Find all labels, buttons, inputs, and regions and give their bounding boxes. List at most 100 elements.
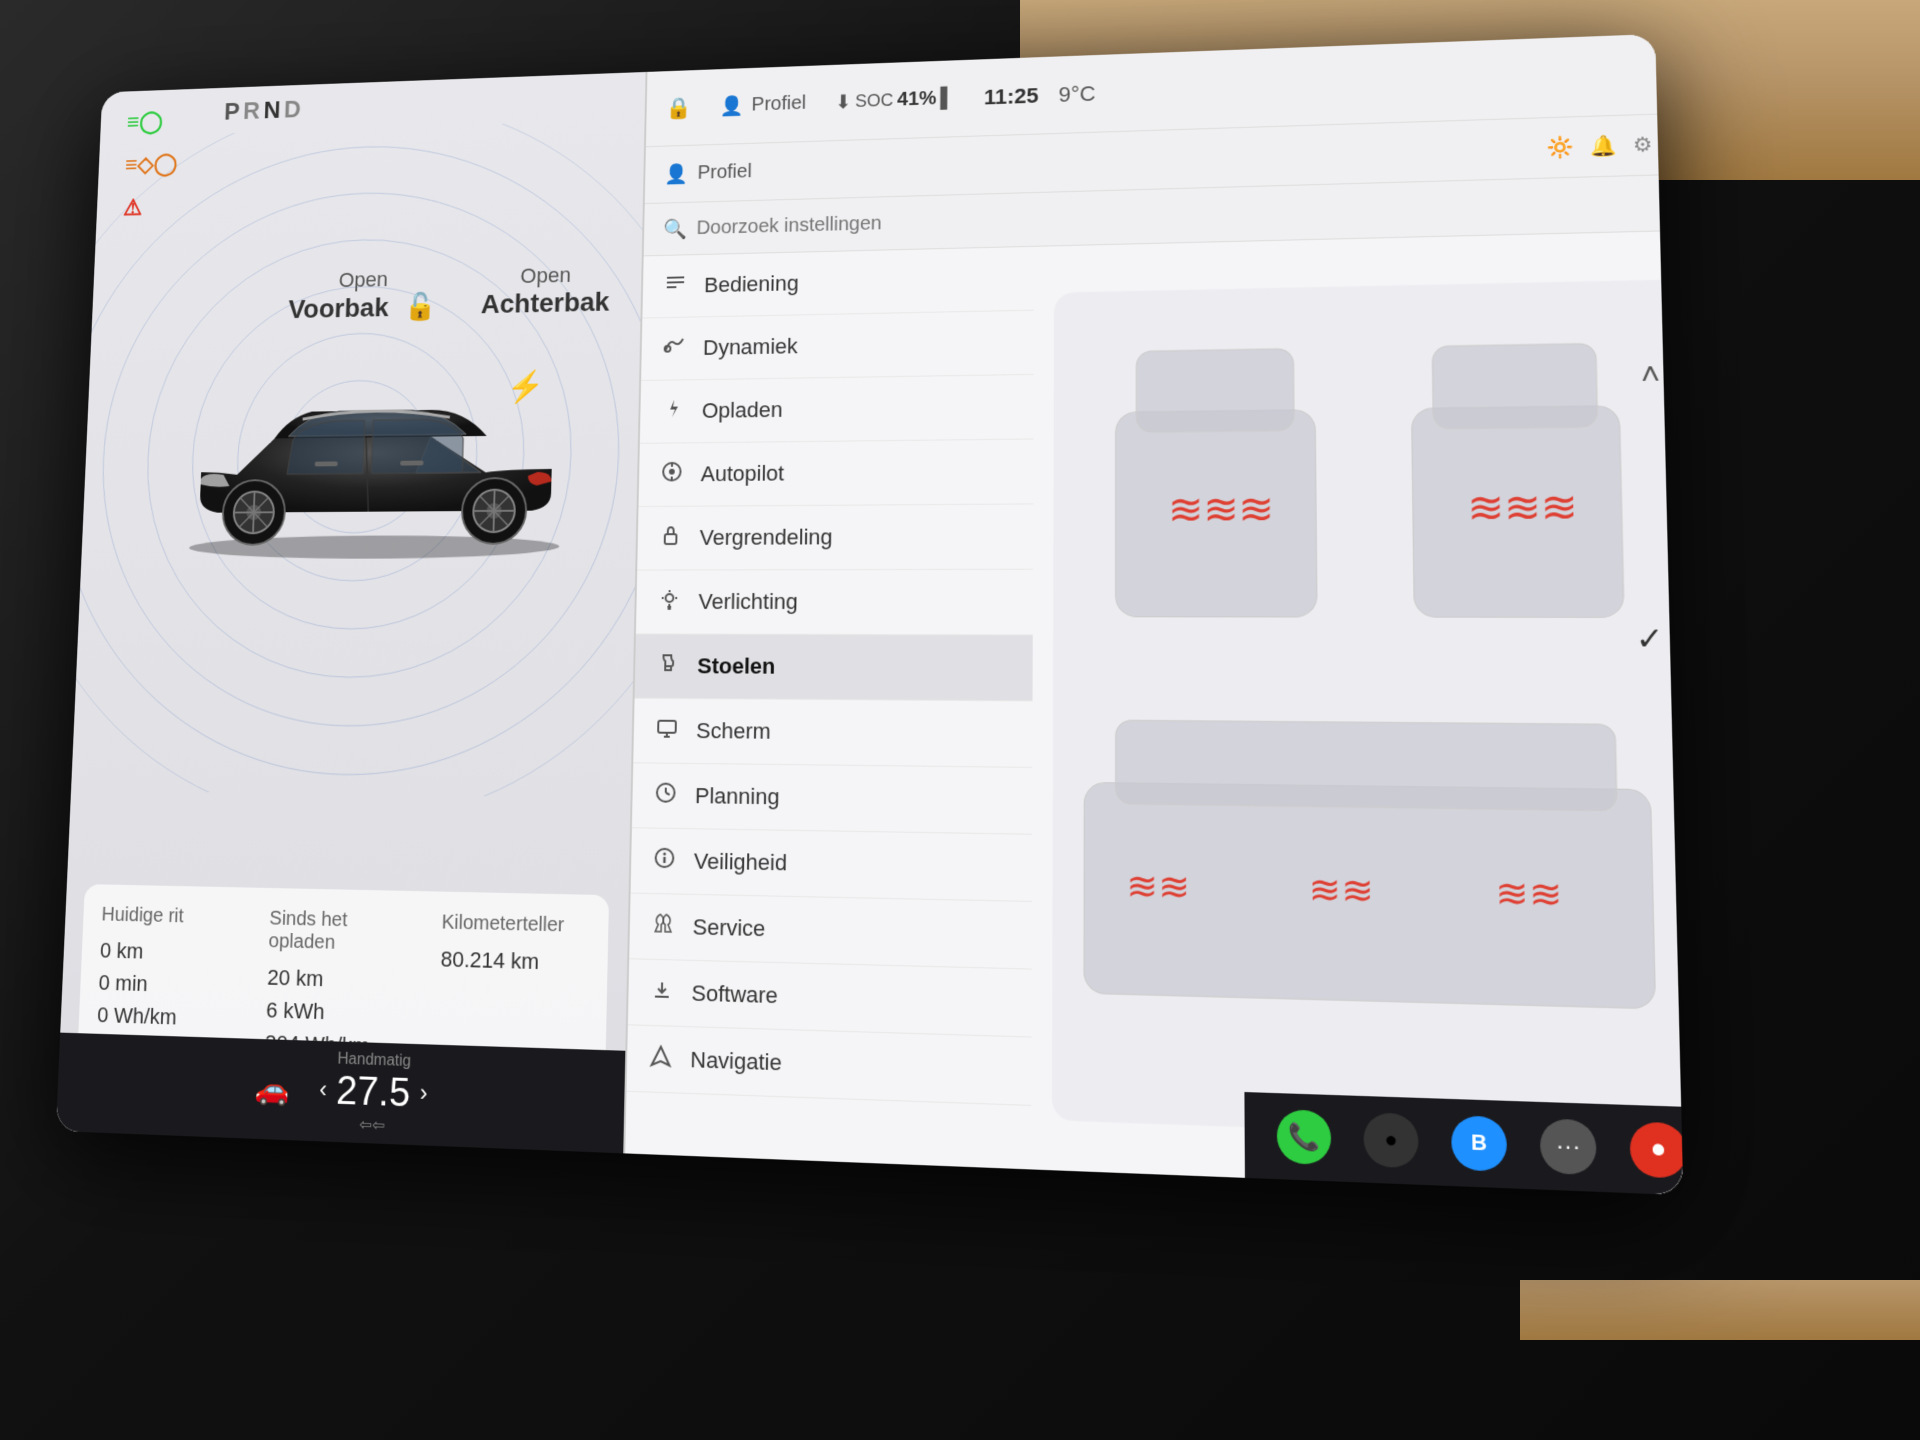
seat-diagram: ≋≋≋ ≋≋≋ ≋≋	[1052, 251, 1683, 1174]
verlichting-label: Verlichting	[698, 589, 798, 615]
record-icon: ⏺	[1652, 1135, 1665, 1164]
menu-item-bediening[interactable]: Bediening	[642, 247, 1034, 319]
current-trip-values: 0 km 0 min 0 Wh/km	[97, 934, 241, 1035]
charge-distance: 20 km	[267, 961, 412, 998]
charge-energy: 6 kWh	[266, 994, 411, 1031]
search-input[interactable]	[696, 190, 1683, 239]
settings-icon-1[interactable]: 🔆	[1547, 134, 1574, 160]
main-screen: PRND ≡◯ ≡◇◯ ⚠ Open Voorbak 🔓 Open Ach	[56, 34, 1683, 1195]
instrument-cluster: ≡◯ ≡◇◯ ⚠	[123, 108, 180, 222]
menu-dots-icon: ···	[1556, 1132, 1581, 1161]
dynamiek-label: Dynamiek	[703, 334, 798, 361]
autopilot-label: Autopilot	[701, 461, 785, 487]
settings-menu-list: Bediening Dynamiek Opladen Autopilot	[625, 247, 1034, 1170]
indicator-green: ≡◯	[126, 108, 179, 136]
software-icon	[648, 978, 676, 1007]
menu-dots-button[interactable]: ···	[1540, 1118, 1597, 1175]
veiligheid-label: Veiligheid	[694, 848, 788, 876]
service-label: Service	[692, 914, 765, 942]
svg-text:≋≋: ≋≋	[1495, 872, 1563, 917]
odometer-title: Kilometerteller	[441, 912, 589, 938]
svg-text:≋≋: ≋≋	[1126, 865, 1190, 909]
prnd-text: PRND	[224, 95, 305, 125]
seat-heating-content: ≋≋≋ ≋≋≋ ≋≋	[1031, 230, 1683, 1195]
menu-item-vergrendeling[interactable]: Vergrendeling	[637, 504, 1033, 570]
menu-item-planning[interactable]: Planning	[632, 763, 1032, 834]
phone-button[interactable]: 📞	[1277, 1109, 1332, 1165]
lock-status-icon: 🔒	[665, 95, 691, 120]
battery-percent: 41%	[897, 88, 936, 111]
prnd-display: PRND	[224, 94, 305, 126]
menu-item-veiligheid[interactable]: Veiligheid	[631, 828, 1033, 902]
car-icon-button[interactable]: 🚗	[244, 1063, 302, 1115]
battery-download-icon: ⬇	[835, 90, 852, 114]
menu-item-scherm[interactable]: Scherm	[633, 699, 1032, 768]
autopilot-icon	[658, 461, 685, 489]
header-temp: 9°C	[1059, 81, 1096, 108]
opladen-icon	[659, 398, 686, 425]
navigatie-icon	[647, 1044, 675, 1074]
record-button[interactable]: ⏺	[1629, 1121, 1683, 1178]
profile-person-icon: 👤	[720, 94, 744, 119]
settings-profile[interactable]: 👤 Profiel	[664, 160, 752, 186]
navigatie-label: Navigatie	[690, 1047, 782, 1077]
svg-text:✓: ✓	[1635, 622, 1664, 658]
camera-icon: ●	[1384, 1128, 1398, 1153]
vergrendeling-label: Vergrendeling	[699, 525, 832, 551]
settings-profile-label: Profiel	[697, 161, 752, 185]
menu-item-opladen[interactable]: Opladen	[640, 375, 1034, 444]
phone-icon: 📞	[1288, 1121, 1321, 1153]
bluetooth-button[interactable]: B	[1451, 1115, 1507, 1172]
trip-time: 0 min	[98, 966, 240, 1002]
bediening-label: Bediening	[704, 271, 799, 298]
svg-text:≋≋≋: ≋≋≋	[1168, 487, 1274, 533]
rear-trunk-title: Open	[481, 262, 610, 290]
menu-item-service[interactable]: Service	[629, 894, 1032, 970]
svg-text:≋≋: ≋≋	[1308, 868, 1374, 913]
odometer-value: 80.214 km	[440, 942, 588, 979]
bluetooth-icon: B	[1471, 1131, 1487, 1157]
car-image	[152, 310, 603, 581]
temp-seats-icons: ⇦⇦	[318, 1113, 427, 1137]
temp-increase-button[interactable]: ›	[419, 1079, 427, 1108]
menu-item-dynamiek[interactable]: Dynamiek	[641, 311, 1034, 381]
indicator-orange-icon: ≡◇◯	[125, 150, 178, 178]
planning-icon	[652, 781, 680, 809]
since-charge-title: Sinds het opladen	[268, 908, 413, 957]
vergrendeling-icon	[657, 524, 685, 552]
header-time: 11:25	[984, 83, 1039, 110]
planning-label: Planning	[695, 783, 780, 810]
battery-icon: ▌	[940, 87, 954, 110]
svg-text:≋≋≋: ≋≋≋	[1467, 485, 1578, 532]
menu-item-navigatie[interactable]: Navigatie	[626, 1025, 1031, 1106]
camera-button[interactable]: ●	[1363, 1112, 1418, 1168]
veiligheid-icon	[650, 847, 678, 876]
header-profile[interactable]: 👤 Profiel	[720, 92, 806, 119]
menu-item-software[interactable]: Software	[628, 959, 1032, 1037]
menu-item-autopilot[interactable]: Autopilot	[639, 439, 1034, 507]
profile-label: Profiel	[751, 93, 806, 117]
menu-item-verlichting[interactable]: Verlichting	[636, 570, 1033, 636]
scherm-icon	[653, 717, 681, 745]
bottom-taskbar: 📞 ● B ··· ⏺ ▦ ♫ 🔊	[1244, 1092, 1683, 1195]
menu-item-stoelen[interactable]: Stoelen	[635, 634, 1033, 701]
charge-bolt-icon: ⚡	[506, 368, 544, 405]
stoelen-label: Stoelen	[697, 653, 775, 679]
temp-decrease-button[interactable]: ‹	[319, 1076, 327, 1104]
wood-trim-bottom	[1520, 1280, 1920, 1340]
svg-text:˄: ˄	[1640, 357, 1660, 392]
opladen-label: Opladen	[702, 397, 783, 423]
settings-icon-3[interactable]: ⚙	[1633, 132, 1653, 158]
scherm-label: Scherm	[696, 718, 771, 745]
soc-label: SOC	[855, 90, 893, 111]
settings-icon-2[interactable]: 🔔	[1590, 133, 1617, 159]
indicator-red-icon: ⚠	[123, 194, 143, 221]
indicator-red: ⚠	[123, 193, 176, 221]
current-trip-title: Huidige rit	[101, 904, 242, 930]
trip-consumption: 0 Wh/km	[97, 998, 239, 1035]
temp-value: 27.5	[336, 1068, 411, 1116]
verlichting-icon	[656, 588, 684, 616]
trip-distance: 0 km	[99, 934, 241, 970]
left-panel: PRND ≡◯ ≡◇◯ ⚠ Open Voorbak 🔓 Open Ach	[56, 72, 646, 1153]
battery-indicator: ⬇ SOC 41% ▌	[835, 86, 954, 114]
